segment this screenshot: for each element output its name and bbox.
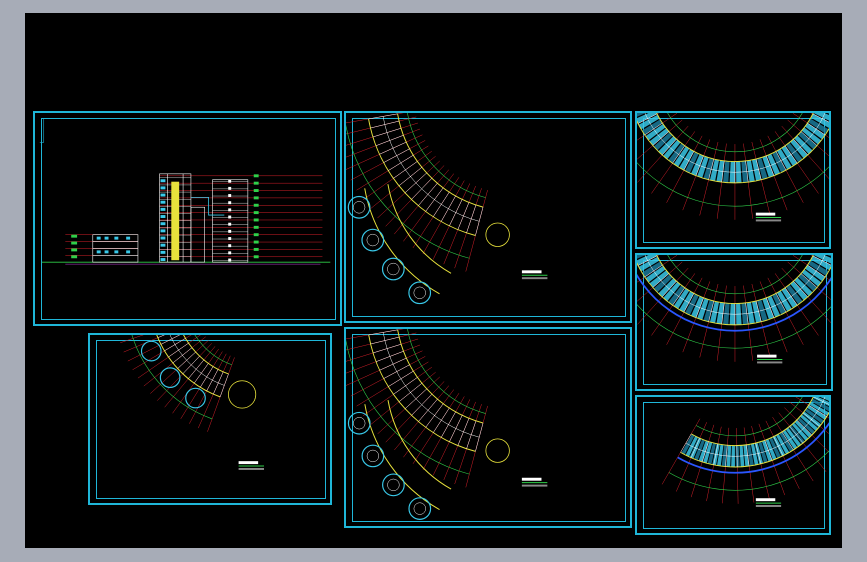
plan-title-block: [521, 270, 548, 280]
plan-title-block: [755, 212, 782, 222]
sheet-plan-ground[interactable]: [344, 111, 632, 323]
plan-title-block: [238, 461, 264, 470]
sheet-plan-upper-3[interactable]: [635, 395, 831, 535]
plan-drawing: [120, 335, 264, 470]
elevation-drawing: [39, 118, 331, 265]
sheet-plan-upper-2[interactable]: [635, 253, 833, 391]
cad-model-space[interactable]: [25, 13, 842, 548]
sheet-plan-upper-1[interactable]: [635, 111, 831, 249]
plan-title-block: [757, 354, 783, 364]
sheet-plan-typical[interactable]: [344, 327, 632, 528]
plan-drawing: [637, 255, 831, 364]
sheet-plan-site[interactable]: [88, 333, 332, 505]
plan-drawing: [346, 113, 548, 305]
plan-title-block: [755, 498, 782, 507]
plan-drawing: [346, 329, 548, 520]
plan-drawing: [661, 397, 829, 507]
sheet-elevation[interactable]: [33, 111, 342, 326]
plan-title-block: [521, 477, 548, 487]
plan-drawing: [637, 113, 829, 222]
